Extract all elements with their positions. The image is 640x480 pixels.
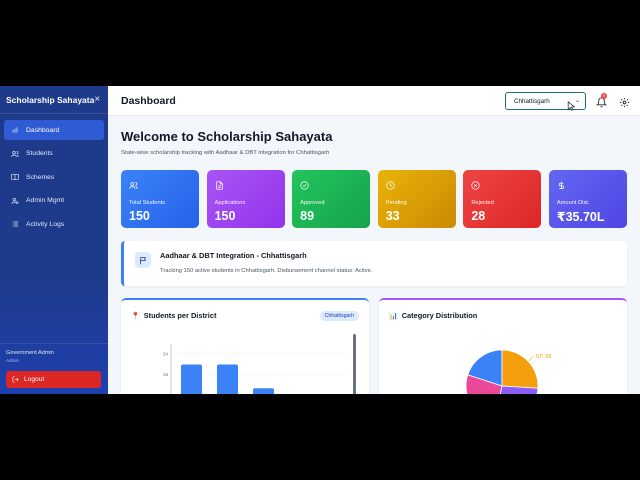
sidebar-item-label: Activity Logs <box>26 220 65 228</box>
sidebar-header: Scholarship Sahayata × <box>0 86 108 114</box>
logout-label: Logout <box>24 376 45 383</box>
stat-card-amount-dist[interactable]: Amount Dist. ₹35.70L <box>548 170 627 228</box>
notification-badge: 5 <box>601 93 607 99</box>
bar <box>181 364 202 394</box>
stat-label: Approved <box>300 200 325 206</box>
welcome-subtitle: State-wise scholarship tracking with Aad… <box>121 150 330 156</box>
stat-label: Amount Dist. <box>556 200 590 206</box>
stat-value: 33 <box>385 209 400 223</box>
gear-icon[interactable] <box>619 95 630 108</box>
sidebar-nav: Dashboard Students Schemes Admin Mgmt Ac… <box>0 114 108 244</box>
district-chart-panel: 📍 Students per District Chhattisgarh 18 2… <box>121 298 369 394</box>
sidebar-item-activity-logs[interactable]: Activity Logs <box>4 214 104 234</box>
stat-card-applications[interactable]: Applications 150 <box>206 170 285 228</box>
pie-label-st: ST: 39 <box>535 354 551 360</box>
integration-banner: Aadhaar & DBT Integration - Chhattisgarh… <box>121 241 627 286</box>
users-icon <box>10 149 20 159</box>
sidebar: Scholarship Sahayata × Dashboard Student… <box>0 86 108 394</box>
stat-card-total-students[interactable]: Total Students 150 <box>121 170 200 228</box>
user-role: Admin <box>6 358 20 363</box>
users-icon <box>129 177 191 195</box>
stat-value: 28 <box>471 209 486 223</box>
main-area: Dashboard Chhattisgarh ⌄ 5 Welcome to Sc… <box>108 86 640 394</box>
stat-card-pending[interactable]: Pending 33 <box>377 170 456 228</box>
sidebar-item-schemes[interactable]: Schemes <box>4 167 104 187</box>
stat-value: ₹35.70L <box>556 210 605 224</box>
stat-cards: Total Students 150 Applications 150 Appr… <box>121 170 627 228</box>
file-icon <box>215 177 277 195</box>
stat-label: Total Students <box>129 200 166 206</box>
welcome-heading: Welcome to Scholarship Sahayata <box>121 129 333 144</box>
bar-chart-icon <box>10 125 20 135</box>
banner-title: Aadhaar & DBT Integration - Chhattisgarh <box>160 251 307 260</box>
sidebar-item-label: Dashboard <box>26 126 60 134</box>
close-icon[interactable]: × <box>94 94 100 105</box>
user-name: Government Admin <box>6 350 54 356</box>
stat-value: 150 <box>214 209 236 223</box>
app-title: Scholarship Sahayata <box>6 94 95 105</box>
page-title: Dashboard <box>121 94 176 107</box>
district-bar-chart: 1824 <box>163 334 356 394</box>
pie-slice-st <box>501 349 539 389</box>
state-select-value: Chhattisgarh <box>514 97 550 105</box>
sidebar-item-label: Students <box>26 150 53 157</box>
x-circle-icon <box>471 177 533 195</box>
clock-icon <box>386 177 448 195</box>
stat-label: Pending <box>385 200 407 206</box>
sidebar-item-admin-mgmt[interactable]: Admin Mgmt <box>4 191 104 211</box>
logout-button[interactable]: Logout <box>6 371 101 388</box>
stat-label: Applications <box>214 200 246 206</box>
sidebar-item-label: Schemes <box>26 173 55 181</box>
y-tick-label: 18 <box>163 372 169 377</box>
stat-value: 89 <box>300 209 315 223</box>
bar <box>217 364 238 394</box>
sidebar-item-dashboard[interactable]: Dashboard <box>4 120 104 140</box>
stat-value: 150 <box>129 209 150 223</box>
mouse-pointer-icon <box>567 101 576 111</box>
chart-panels: 📍 Students per District Chhattisgarh 18 2… <box>121 298 627 394</box>
topbar: Dashboard Chhattisgarh ⌄ 5 <box>108 86 640 116</box>
app-window: Scholarship Sahayata × Dashboard Student… <box>0 86 640 394</box>
pie-label-line <box>528 356 534 361</box>
stat-card-rejected[interactable]: Rejected 28 <box>463 170 542 228</box>
stat-label: Rejected <box>471 200 494 206</box>
list-icon <box>10 219 20 229</box>
stat-card-approved[interactable]: Approved 89 <box>292 170 371 228</box>
scrollbar-thumb <box>353 334 356 394</box>
sidebar-item-students[interactable]: Students <box>4 144 104 164</box>
banner-body: Aadhaar & DBT Integration - Chhattisgarh… <box>160 251 372 274</box>
bar <box>253 388 274 394</box>
book-icon <box>10 172 20 182</box>
flag-icon <box>135 252 151 268</box>
sidebar-footer: Government Admin Admin Logout <box>0 343 108 394</box>
check-circle-icon <box>300 177 362 195</box>
y-tick-label: 24 <box>163 352 169 357</box>
dollar-icon <box>557 177 619 195</box>
category-chart-panel: 📊 Category Distribution ST: 39OBC: 41 <box>379 298 627 394</box>
logout-icon <box>12 376 19 383</box>
banner-text: Tracking 150 active students in Chhattis… <box>160 268 373 274</box>
sidebar-item-label: Admin Mgmt <box>26 197 65 204</box>
user-cog-icon <box>10 196 20 206</box>
category-pie-chart: ST: 39OBC: 41 <box>465 349 551 394</box>
dashboard-content: Welcome to Scholarship Sahayata State-wi… <box>108 116 640 394</box>
